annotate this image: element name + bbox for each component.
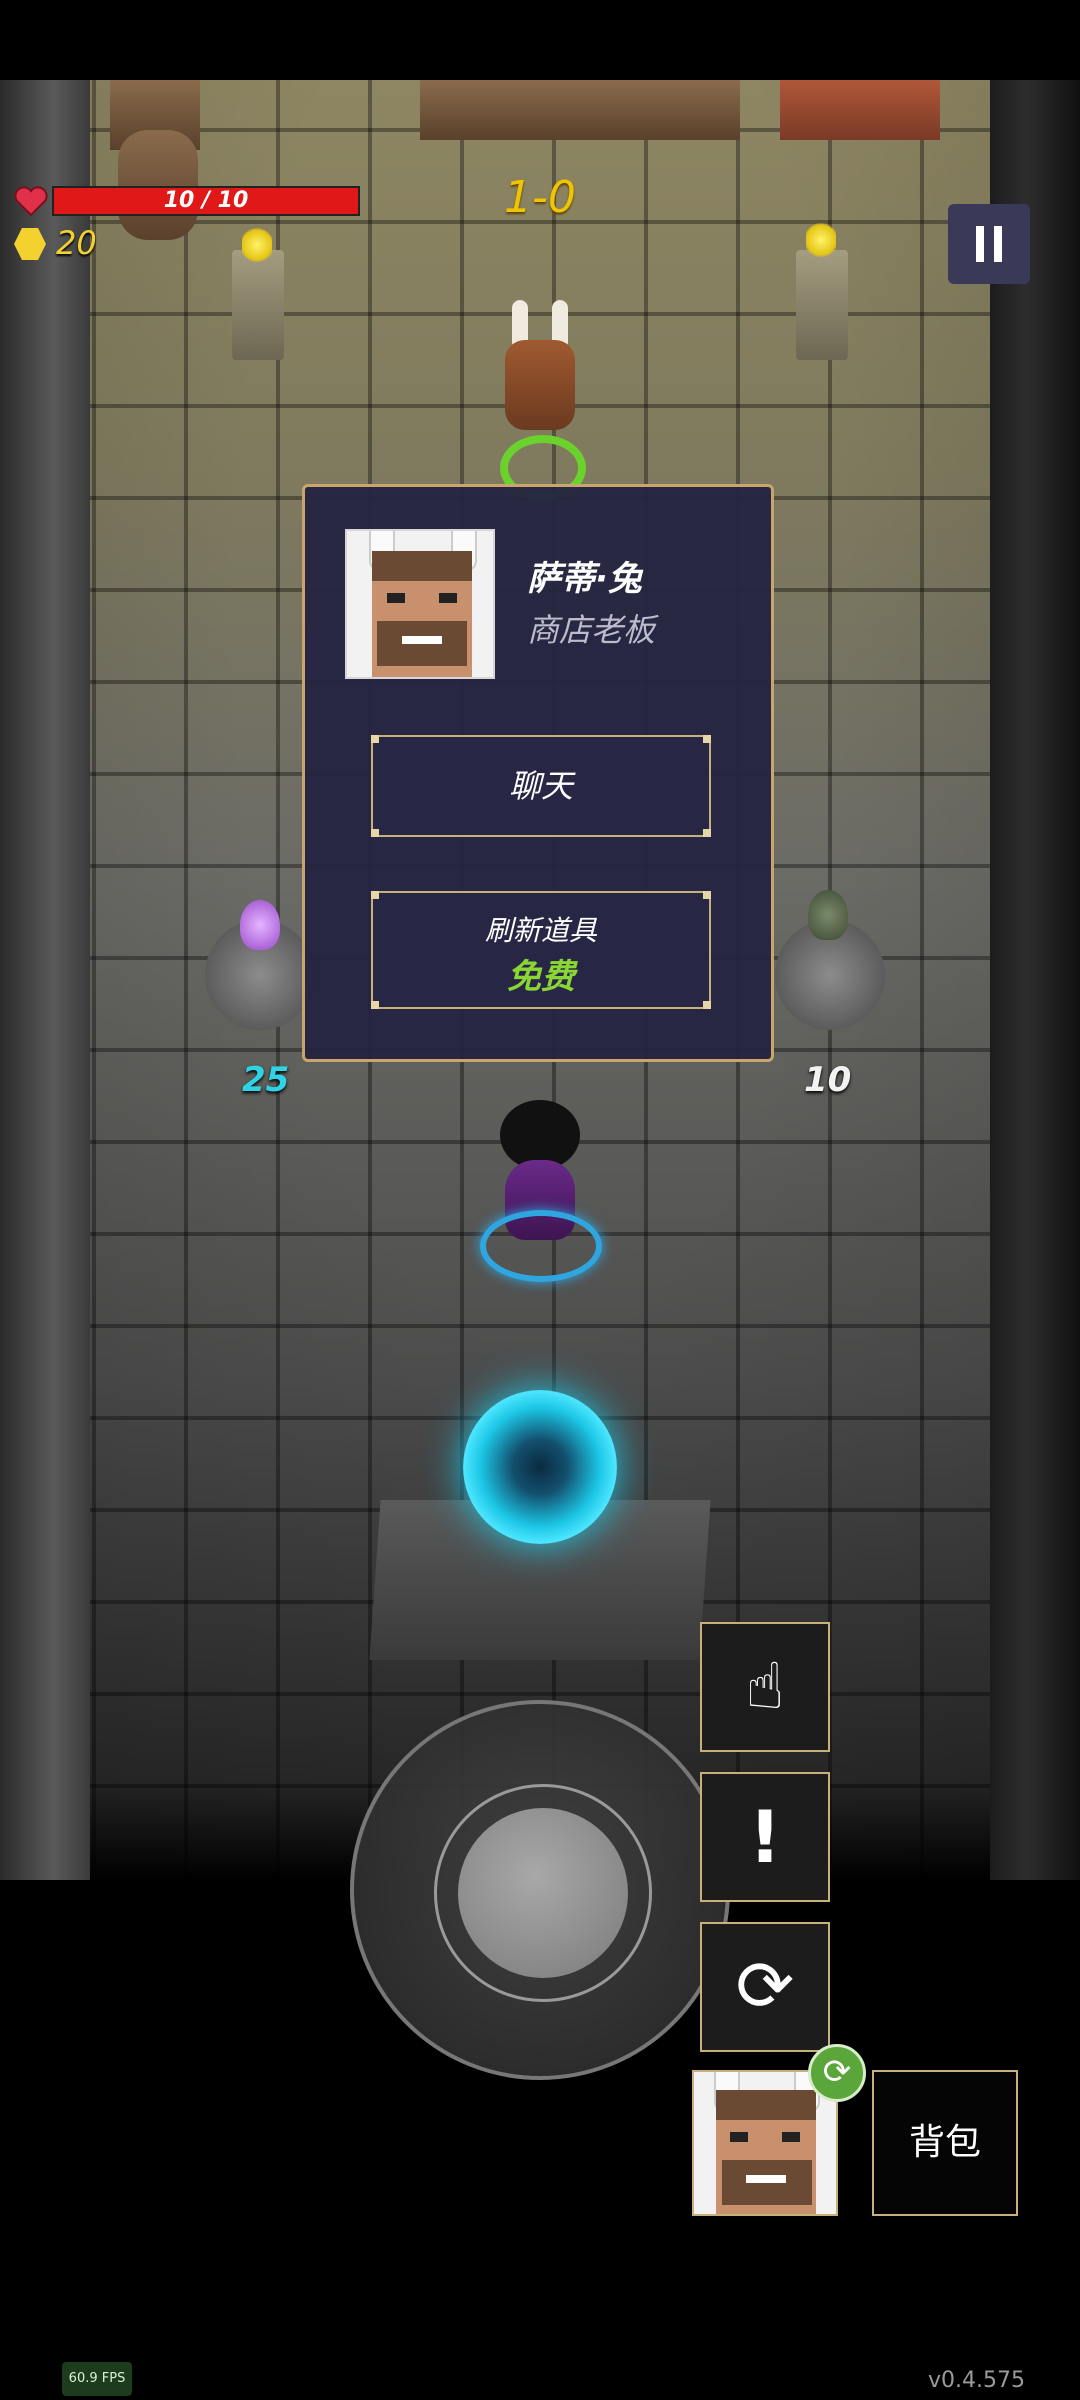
ally-hair [716, 2090, 816, 2120]
torch-flame [242, 225, 272, 265]
button-corner [703, 1001, 711, 1009]
refresh-label: 刷新道具 [484, 914, 597, 947]
hand-pointer-icon: ☝ [745, 1650, 785, 1724]
chest [780, 80, 940, 140]
refresh-arrows-icon: ⟳ [735, 1945, 795, 2027]
alert-label: ! [748, 1795, 782, 1879]
chat-button[interactable]: 聊天 [371, 735, 711, 837]
npc-hair [372, 551, 472, 581]
torch-pillar [232, 250, 284, 360]
fps-counter: 60.9 FPS [62, 2362, 132, 2396]
joystick-knob[interactable] [458, 1808, 628, 1978]
virtual-joystick[interactable] [350, 1700, 730, 2080]
swap-button[interactable]: ⟳ [700, 1922, 830, 2052]
status-bar [0, 0, 1080, 80]
player-ring [480, 1210, 602, 1282]
potion-item[interactable] [240, 900, 280, 950]
level-indicator: 1-0 [504, 172, 576, 223]
switch-character-icon[interactable]: ⟳ [808, 2044, 866, 2102]
button-corner [703, 891, 711, 899]
button-corner [703, 735, 711, 743]
npc-role: 商店老板 [527, 611, 656, 649]
pause-button[interactable] [948, 204, 1030, 284]
item-price-left: 25 [242, 1060, 290, 1100]
torch-pillar [796, 250, 848, 360]
heart-icon [14, 186, 48, 216]
button-corner [371, 1001, 379, 1009]
npc-body [505, 340, 575, 430]
player-character [470, 1100, 610, 1282]
shelf [420, 80, 740, 140]
backpack-label: 背包 [908, 2122, 981, 2163]
button-corner [371, 829, 379, 837]
right-wall [990, 80, 1080, 1880]
left-wall [0, 80, 90, 1880]
shopkeeper-npc[interactable] [490, 300, 590, 440]
npc-portrait [345, 529, 495, 679]
button-corner [371, 735, 379, 743]
chat-label: 聊天 [508, 767, 573, 805]
npc-eyes [387, 593, 457, 603]
refresh-cost: 免费 [507, 957, 575, 997]
barrel [118, 130, 198, 240]
npc-name: 萨蒂·兔 [527, 559, 642, 599]
health-bar: 10 / 10 [52, 186, 360, 216]
torch-flame [806, 220, 836, 260]
gold-count: 20 [56, 224, 97, 262]
teleport-portal[interactable] [463, 1390, 617, 1544]
version-label: v0.4.575 [928, 2368, 1025, 2393]
backpack-button[interactable]: 背包 [872, 2070, 1018, 2216]
shopkeeper-dialog: 萨蒂·兔 商店老板 聊天 刷新道具 免费 [302, 484, 774, 1062]
button-corner [371, 891, 379, 899]
health-text: 10 / 10 [163, 188, 249, 213]
npc-mouth [402, 636, 442, 644]
ally-eyes [730, 2132, 800, 2142]
item-price-right: 10 [804, 1060, 852, 1100]
refresh-items-button[interactable]: 刷新道具 免费 [371, 891, 711, 1009]
interact-button[interactable]: ☝ [700, 1622, 830, 1752]
bottle-item[interactable] [808, 890, 848, 940]
button-corner [703, 829, 711, 837]
alert-button[interactable]: ! [700, 1772, 830, 1902]
ally-mouth [746, 2175, 786, 2183]
